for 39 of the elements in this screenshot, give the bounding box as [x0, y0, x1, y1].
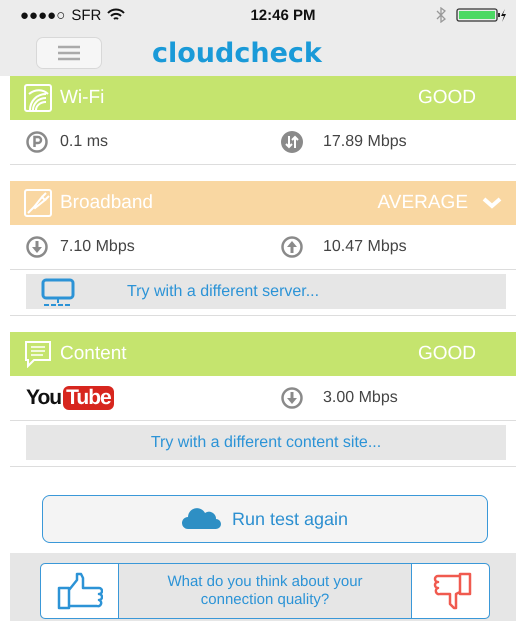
menu-icon	[58, 45, 80, 61]
rating-label: AVERAGE	[378, 192, 468, 214]
brand-logo-badge: Tube	[63, 386, 114, 410]
metric-value: 0.1 ms	[60, 133, 108, 151]
bluetooth-icon	[436, 7, 446, 23]
rating-label: GOOD	[418, 343, 476, 365]
thumbs-up-icon	[56, 572, 102, 610]
action-button[interactable]: Try with a different content site...	[26, 425, 506, 460]
menu-button[interactable]	[36, 37, 102, 69]
section-title: Wi-Fi	[60, 87, 106, 109]
feedback-question: What do you think about your connection quality?	[166, 573, 364, 609]
cloud-icon	[182, 508, 222, 530]
status-time: 12:46 PM	[249, 6, 317, 24]
wifi-icon	[24, 84, 52, 112]
thumbs-down-button[interactable]	[411, 564, 489, 618]
rating-label: GOOD	[418, 87, 476, 109]
battery-icon	[456, 8, 506, 22]
ping-icon	[26, 131, 48, 153]
monitor-icon	[41, 278, 75, 306]
action-button[interactable]: Try with a different server...	[26, 274, 506, 309]
metric-value: 3.00 Mbps	[323, 389, 398, 407]
upload-icon	[281, 236, 303, 258]
section-title: Content	[60, 343, 128, 365]
metric-value: 17.89 Mbps	[323, 133, 407, 151]
transfer-icon	[281, 131, 303, 153]
carrier-name: SFR	[71, 6, 102, 24]
thumbs-up-button[interactable]	[41, 564, 119, 618]
wifi-signal-icon	[107, 8, 126, 22]
run-test-button[interactable]: Run test again	[42, 495, 488, 543]
download-icon	[281, 387, 303, 409]
signal-dots: ●●●●○	[20, 6, 66, 24]
metric-value: 10.47 Mbps	[323, 238, 407, 256]
app-logo: cloudcheck	[152, 38, 322, 68]
metric-value: 7.10 Mbps	[60, 238, 135, 256]
section-title: Broadband	[60, 192, 154, 214]
brand-logo-text: You	[26, 386, 62, 410]
chat-icon	[24, 340, 52, 368]
download-icon	[26, 236, 48, 258]
plug-icon	[24, 189, 52, 217]
